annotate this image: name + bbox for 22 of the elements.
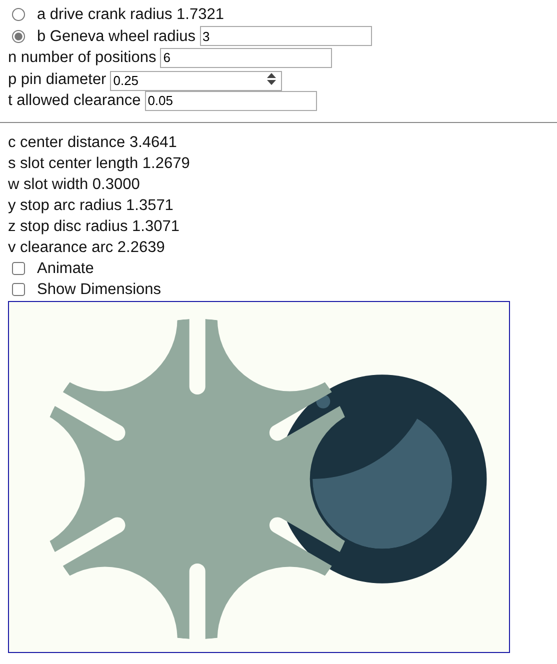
checkbox-label: Show Dimensions xyxy=(37,280,162,300)
field-label: t allowed clearance xyxy=(8,91,141,112)
result-text: c center distance 3.4641 xyxy=(8,132,178,152)
radio-label: a drive crank radius 1.7321 xyxy=(37,5,224,26)
number-field[interactable]: 0.25 xyxy=(110,70,282,91)
result-text: v clearance arc 2.2639 xyxy=(8,238,166,258)
radio-button[interactable] xyxy=(12,30,25,43)
checkbox[interactable] xyxy=(12,283,25,296)
spinner-icon[interactable] xyxy=(267,73,276,86)
radio-button[interactable] xyxy=(12,8,25,22)
result-text: w slot width 0.3000 xyxy=(8,174,141,194)
result-text: z stop disc radius 1.3071 xyxy=(8,216,180,236)
checkbox-label: Animate xyxy=(37,258,94,279)
field-label: p pin diameter xyxy=(8,70,106,90)
result-text: s slot center length 1.2679 xyxy=(8,154,191,174)
input-field[interactable]: 6 xyxy=(160,48,332,68)
input-field[interactable]: 3 xyxy=(200,26,372,46)
result-text: y stop arc radius 1.3571 xyxy=(8,196,174,216)
input-field[interactable]: 0.05 xyxy=(144,90,317,111)
checkbox[interactable] xyxy=(12,262,25,275)
radio-label: b Geneva wheel radius xyxy=(37,26,196,47)
field-label: n number of positions xyxy=(8,48,156,68)
